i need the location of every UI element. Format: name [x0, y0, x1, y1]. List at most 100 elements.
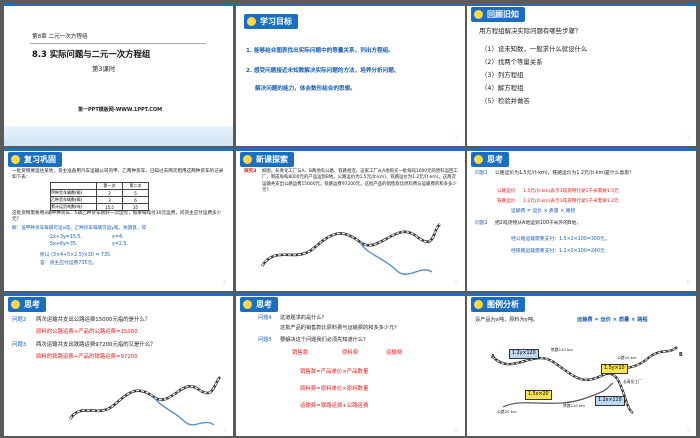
slide-7[interactable]: 思考 问题2 两次运输共支出公路运费15000元指的是什么？ 原料的公路运费+产… — [4, 293, 233, 436]
table-cell: 乙种货车辆数(辆) — [50, 196, 97, 204]
equation-2: 5x+6y=35. — [50, 242, 78, 247]
solution-x: x=4, — [112, 235, 124, 240]
table-cell: 2 — [96, 189, 123, 197]
slide-6[interactable]: 思考 问题1 公路运价为1.5元/(t·km)，铁路运价为1.2元/(t·km)… — [467, 148, 696, 291]
answer-2: 原料的公路运费+产品的公路运费=15000 — [36, 329, 138, 335]
divider — [30, 43, 206, 44]
answer-3: 原料的铁路运费+产品的铁路运费=97200 — [36, 354, 138, 360]
slide-number-8: 8 — [454, 427, 459, 435]
top-bar — [236, 148, 465, 151]
slide-number-1: 1 — [222, 134, 227, 142]
problem-text-2: 这批货物需要用3辆甲种货车、5辆乙种货车刚好一次运完，如果每吨付30元运费，问货… — [12, 211, 222, 222]
equation-1: 2x+3y=15.5, — [50, 235, 83, 240]
table-cell: 累计运货吨数(吨) — [50, 203, 97, 211]
slide-1[interactable]: 第8章 二元一次方程组 8.3 实际问题与二元一次方程组 第3课时 第一PPT模… — [4, 3, 233, 146]
slide-heading: 复习巩固 — [8, 152, 62, 167]
rail-result: 经铁路运输需要支付：1.2×2×100=240元 — [511, 249, 605, 254]
slide-number-4: 4 — [222, 279, 227, 287]
problem-text: 一批货物要运往某地，货主准备用汽车运输公司的甲、乙两种货车，已知过去两次租用这两… — [12, 169, 224, 180]
formula-material: 原料费=原料单价×原料数量 — [300, 386, 369, 392]
question-1: 公路运价为1.5元/(t·km)，铁路运价为1.2元/(t·km)是什么意思？ — [495, 171, 634, 176]
heading-text: 图例分析 — [487, 300, 519, 309]
table-cell: 第一次 — [96, 182, 123, 190]
solution-intro: 解：设甲种货车每辆可运x吨，乙种货车每辆可运y吨，依题意，得 — [12, 226, 147, 231]
question-3-label: 问题3 — [12, 342, 27, 348]
step-item: （2）找两个等量关系 — [481, 58, 543, 66]
heading-icon — [11, 155, 20, 164]
top-bar — [236, 3, 465, 6]
slide-heading: 思考 — [8, 297, 46, 312]
top-bar — [467, 293, 696, 296]
table-row: 第一次 第二次 — [50, 182, 149, 190]
road-price-title: 公路运价 — [497, 189, 516, 194]
step-item: （1）设未知数，一般求什么就设什么 — [481, 45, 588, 53]
intro-text: 设产品为x吨，原料为y吨。 — [475, 317, 539, 323]
heading-text: 思考 — [24, 300, 40, 309]
formula-freight: 运输费=铁路运费+公路运费 — [300, 403, 369, 409]
table-row: 乙种货车辆数(辆) 3 6 — [50, 196, 149, 204]
top-bar — [4, 3, 233, 6]
slide-number-5: 5 — [454, 279, 459, 287]
label-road-10: 公路10 km — [617, 355, 637, 360]
slide-9[interactable]: 图例分析 设产品为x吨，原料为y吨。 运输费 = 运价 × 质量 × 路程 1.… — [467, 293, 696, 436]
term-material: 原料费 — [342, 350, 359, 356]
top-bar — [4, 148, 233, 151]
point-a: A — [491, 354, 495, 360]
goal-2a: 2. 感受问题接近未知数解决实际问题的方法，培养分析问题、 — [246, 68, 400, 74]
rail-price-title: 铁路运价 — [497, 199, 516, 204]
term-sales: 销售款 — [292, 350, 309, 356]
freight-formula: 运输费 = 运价 × 质量 × 路程 — [577, 317, 648, 323]
road-result: 经公路运输需要支付：1.5×2×100=300元。 — [511, 237, 610, 242]
top-bar — [467, 3, 696, 6]
top-bar — [236, 293, 465, 296]
review-question: 用方程组解决实际问题有哪些步骤？ — [479, 27, 582, 35]
slide-heading: 新课探索 — [240, 152, 294, 167]
slide-5[interactable]: 新课探索 探究3 如图，长青化工厂与A、B两地有公路、铁路相连。这家工厂从A地购… — [236, 148, 465, 291]
heading-icon — [474, 10, 483, 19]
question-4: 这道题求的是什么？ — [280, 315, 327, 321]
table-row: 甲种货车辆数(辆) 2 5 — [50, 189, 149, 197]
solution-y: y=2.5. — [112, 242, 129, 247]
chapter-text: 第8章 二元一次方程组 — [32, 34, 88, 40]
slide-3[interactable]: 回顾旧知 用方程组解决实际问题有哪些步骤？ （1）设未知数，一般求什么就设什么 … — [467, 3, 696, 146]
formula-sales: 销售款=产品单价×产品数量 — [300, 369, 369, 375]
table-cell: 35 — [122, 203, 149, 211]
label-rail-120: 铁路120 km — [551, 347, 573, 352]
heading-text: 新课探索 — [256, 155, 288, 164]
slide-number-6: 6 — [686, 279, 691, 287]
steps-list: （1）设未知数，一般求什么就设什么 （2）找两个等量关系 （3）列方程组 （4）… — [481, 43, 587, 108]
slide-heading: 回顾旧知 — [471, 7, 525, 22]
slide-heading: 学习目标 — [244, 14, 298, 29]
point-b: B — [679, 352, 683, 358]
question-5: 要解决这个问题我们必须先知道什么？ — [280, 337, 369, 343]
question-1-label: 问题1 — [475, 171, 488, 176]
table-cell: 3 — [96, 196, 123, 204]
top-bar — [467, 148, 696, 151]
rental-table: 第一次 第二次 甲种货车辆数(辆) 2 5 乙种货车辆数(辆) 3 6 累计运货… — [50, 182, 149, 211]
explore-label: 探究3 — [244, 169, 257, 174]
factory-label: 长青化工厂 — [623, 379, 642, 384]
slide-8[interactable]: 思考 问题4 这道题求的是什么？ 这批产品的销售款比原料费与运输费的和多多少元？… — [236, 293, 465, 436]
table-cell: 第二次 — [122, 182, 149, 190]
top-bar — [4, 293, 233, 296]
step-item: （4）解方程组 — [481, 84, 524, 92]
question-4-detail: 这批产品的销售款比原料费与运输费的和多多少元？ — [280, 325, 400, 331]
explore-text: 如图，长青化工厂与A、B两地有公路、铁路相连。这家工厂从A地购买一批每吨1000… — [262, 169, 458, 194]
heading-text: 学习目标 — [260, 17, 292, 26]
slide-subtitle: 第3课时 — [92, 65, 116, 73]
slide-2[interactable]: 学习目标 1. 能够结合图表找出实际问题中的等量关系，列出方程组。 2. 感受问… — [236, 3, 465, 146]
question-2: 两次运输共支出公路运费15000元指的是什么？ — [36, 317, 151, 323]
question-4-label: 问题4 — [258, 315, 272, 321]
slide-heading: 思考 — [240, 297, 278, 312]
calculation: 所以 (3×4+5×2.5)×30 = 735 — [40, 253, 111, 258]
slide-heading: 图例分析 — [471, 297, 525, 312]
answer-text: 答：货主应付运费735元。 — [40, 261, 98, 266]
question-2-label: 问题2 — [475, 221, 488, 226]
question-2-label: 问题2 — [12, 317, 27, 323]
heading-icon — [243, 300, 252, 309]
slide-number-7: 7 — [222, 427, 227, 435]
table-cell: 15.5 — [96, 203, 123, 211]
heading-text: 思考 — [256, 300, 272, 309]
slide-4[interactable]: 复习巩固 一批货物要运往某地，货主准备用汽车运输公司的甲、乙两种货车，已知过去两… — [4, 148, 233, 291]
rail-price-detail: 1.2元/(t·km)表示1吨货物行驶1千米需要1.2元 — [523, 199, 619, 204]
